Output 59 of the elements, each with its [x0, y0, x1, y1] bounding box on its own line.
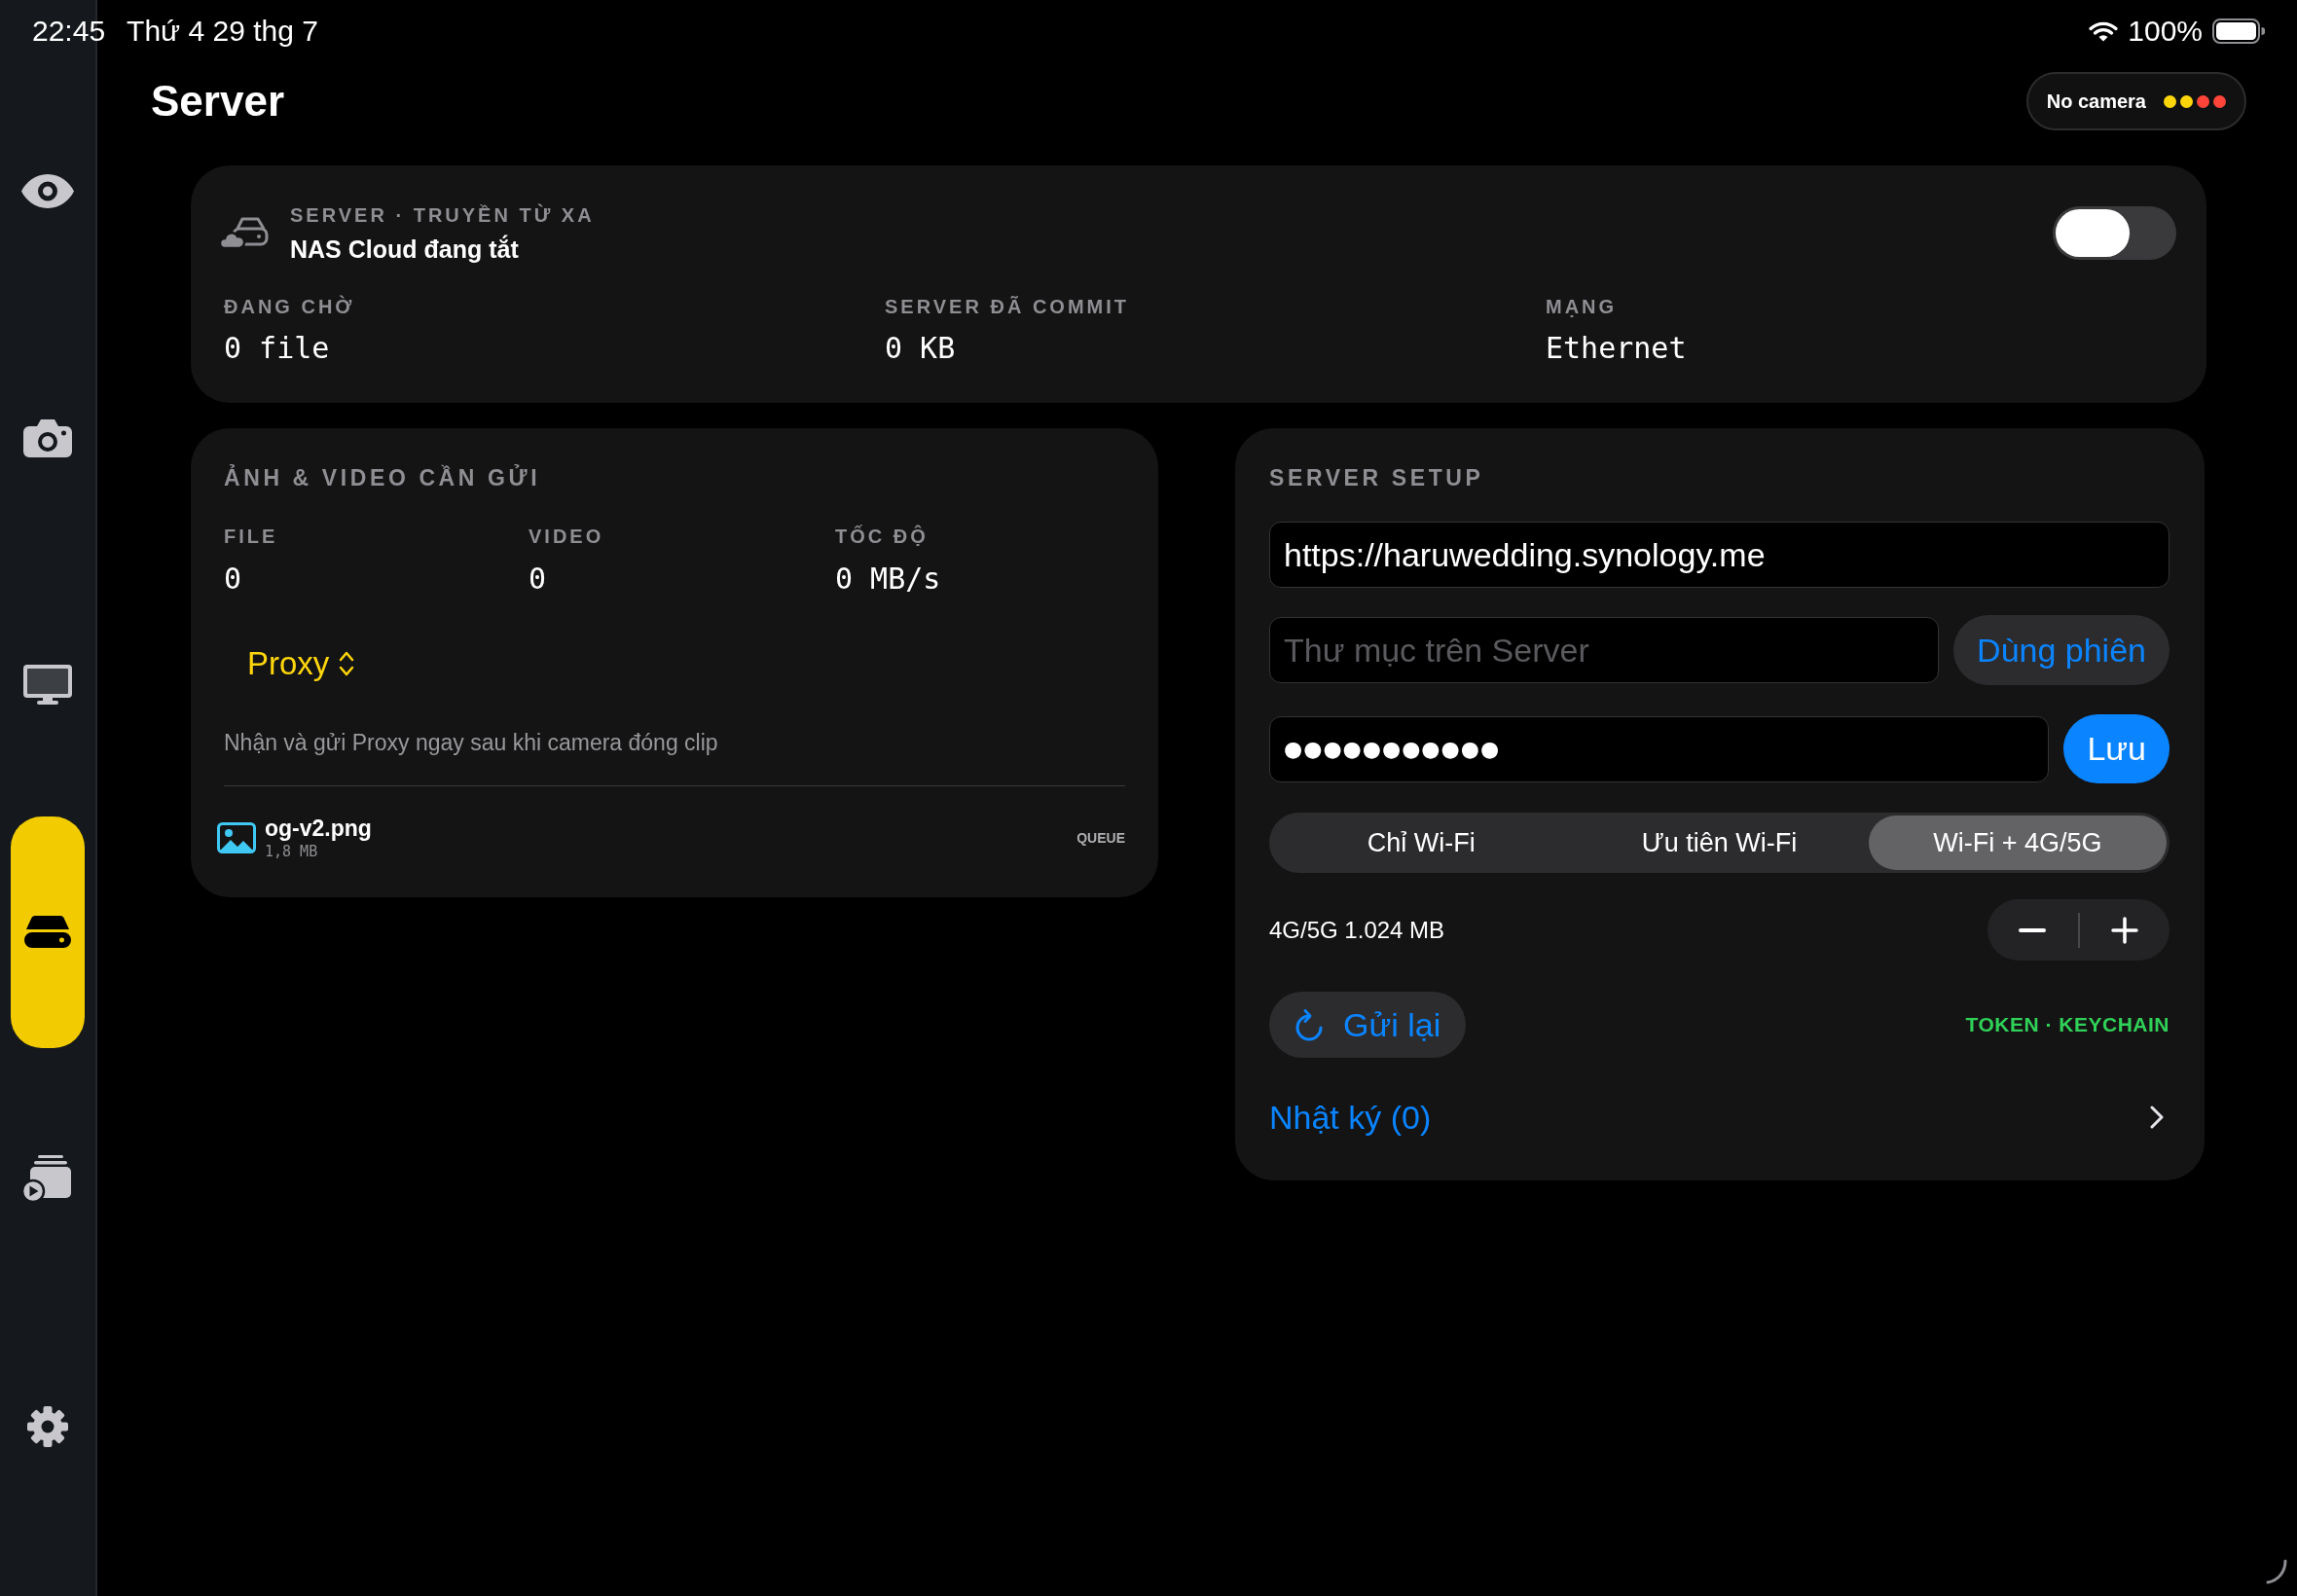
camera-icon [23, 418, 72, 457]
chevron-up-down-icon [339, 650, 355, 677]
log-link[interactable]: Nhật ký (0) [1269, 1098, 1432, 1137]
settings-icon [26, 1405, 69, 1448]
server-name: NAS Cloud đang tắt [290, 234, 520, 265]
stat-label: VIDEO [529, 525, 605, 549]
status-date: Thứ 4 29 thg 7 [127, 15, 318, 48]
stat-label: TỐC ĐỘ [835, 524, 930, 549]
password-field[interactable]: ●●●●●●●●●●● [1269, 715, 2050, 782]
stat-value: 0 file [224, 330, 331, 367]
description-text: Nhận và gửi Proxy ngay sau khi camera đóng clip [224, 729, 719, 757]
toggle-switch[interactable] [2053, 205, 2176, 260]
battery-percentage: 100% [2128, 15, 2203, 48]
chevron-right-icon[interactable] [2150, 1106, 2164, 1129]
stat-value: Ethernet [1546, 330, 1688, 367]
network-mode-tab[interactable]: Ưu tiên Wi-Fi [1570, 816, 1869, 870]
stat-label: SERVER ĐÃ COMMIT [885, 295, 1130, 319]
status-time: 22:45 [32, 15, 106, 48]
battery-icon [2212, 18, 2265, 44]
proxy-picker[interactable]: Proxy [247, 642, 355, 685]
data-limit-text: 4G/5G 1.024 MB [1269, 916, 1445, 944]
stat-label: MẠNG [1546, 295, 1619, 319]
stat-value: 0 [224, 561, 243, 598]
sidebar-tab[interactable] [21, 173, 74, 208]
minus-icon [2019, 927, 2047, 932]
save-button[interactable]: Lưu [2063, 714, 2169, 783]
stat-value: 0 KB [885, 330, 957, 367]
sidebar-tab[interactable] [23, 665, 72, 706]
camera-status-pill[interactable]: No camera [2025, 72, 2246, 130]
camera-status-label: No camera [2046, 90, 2146, 113]
token-status: TOKEN · KEYCHAIN [1965, 1013, 2169, 1036]
page-title: Server [151, 76, 284, 127]
monitor-icon [23, 665, 72, 706]
section-title: ẢNH & VIDEO CẦN GỬI [224, 463, 542, 492]
plus-icon [2110, 916, 2138, 944]
session-button[interactable]: Dùng phiên [1953, 615, 2169, 685]
stat-label: ĐANG CHỜ [224, 294, 356, 319]
eye-icon [21, 173, 74, 208]
file-size: 1,8 MB [265, 842, 319, 861]
section-title: SERVER SETUP [1269, 464, 1485, 492]
image-icon [217, 822, 256, 853]
file-status: QUEUE [1076, 830, 1125, 846]
sidebar-tab[interactable] [23, 418, 72, 457]
url-field[interactable]: https://haruwedding.synology.me [1269, 522, 2169, 588]
sidebar-tab[interactable] [26, 1405, 69, 1448]
folder-field[interactable]: Thư mục trên Server [1269, 617, 1940, 683]
section-eyebrow: SERVER · TRUYỀN TỪ XA [290, 202, 595, 228]
drive-icon [24, 916, 71, 949]
wifi-icon [2089, 20, 2119, 42]
stat-label: FILE [224, 525, 279, 549]
stat-value: 0 MB/s [835, 561, 942, 598]
cloud-drive-icon [220, 215, 269, 250]
stat-value: 0 [529, 561, 548, 598]
corner-handle-icon[interactable] [2266, 1559, 2287, 1584]
network-mode-tab[interactable]: Wi-Fi + 4G/5G [1868, 816, 2167, 870]
network-mode-tab[interactable]: Chỉ Wi-Fi [1272, 816, 1571, 870]
sidebar-tab[interactable] [11, 816, 85, 1048]
resend-button[interactable]: Gửi lại [1269, 992, 1467, 1058]
file-name: og-v2.png [265, 815, 372, 842]
